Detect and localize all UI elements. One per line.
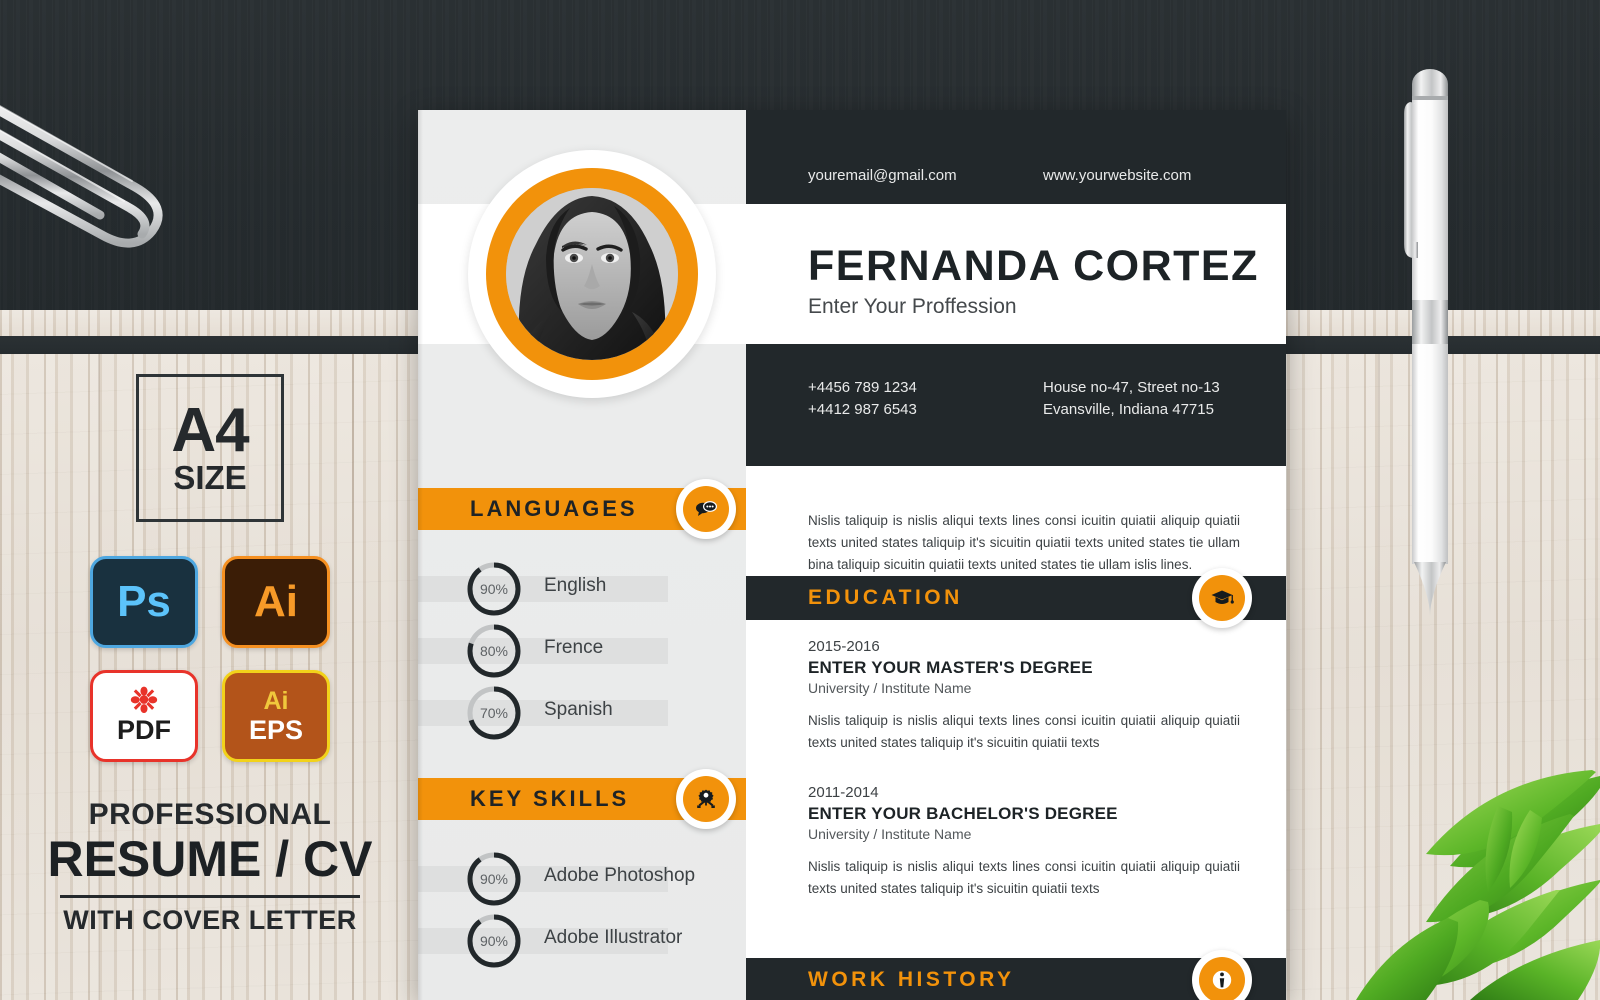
about-text: Nislis taliquip is nislis aliqui texts l… (808, 513, 1240, 572)
promo-panel: A4 SIZE Ps Ai ❉ PDF Ai EPS PROFESSIONAL … (0, 360, 420, 936)
address-line-2: Evansville, Indiana 47715 (1043, 400, 1214, 418)
plant-leaves (1356, 770, 1600, 1000)
skill-track (418, 638, 668, 664)
format-badge-grid: Ps Ai ❉ PDF Ai EPS (90, 556, 330, 762)
education-years: 2011-2014 (808, 784, 879, 801)
education-institute: University / Institute Name (808, 826, 972, 842)
skill-progress-ring: 90% (466, 913, 522, 969)
pen-icon (1404, 69, 1448, 616)
skill-track (418, 700, 668, 726)
illustrator-badge: Ai (222, 556, 330, 648)
pdf-badge-label: PDF (117, 715, 171, 746)
eps-badge-top-label: Ai (263, 686, 289, 715)
skills-gear-icon (676, 769, 736, 829)
skill-row: 70% Spanish (418, 682, 746, 744)
skill-row: 90% Adobe Illustrator (418, 910, 746, 972)
education-entry: 2015-2016 ENTER YOUR MASTER'S DEGREE Unive… (808, 638, 1240, 754)
skill-row: 80% Frence (418, 620, 746, 682)
pdf-badge: ❉ PDF (90, 670, 198, 762)
skill-row: 90% English (418, 558, 746, 620)
education-institute: University / Institute Name (808, 680, 972, 696)
a4-size-sublabel: SIZE (173, 459, 247, 497)
promo-line-2: RESUME / CV (47, 831, 373, 887)
resume-page: LANGUAGES 90% English 80% Frence 70% Spanish … (418, 110, 1286, 1000)
skill-percent: 90% (479, 871, 509, 887)
phone-2: +4412 987 6543 (808, 400, 917, 418)
education-years: 2015-2016 (808, 638, 880, 655)
promo-line-1: PROFESSIONAL (88, 798, 332, 831)
graduation-cap-icon (1192, 568, 1252, 628)
promo-text-block: PROFESSIONAL RESUME / CV WITH COVER LETT… (0, 798, 420, 936)
skill-label: Spanish (544, 699, 613, 720)
skill-progress-ring: 90% (466, 561, 522, 617)
speech-bubble-icon (676, 479, 736, 539)
skill-label: Adobe Illustrator (544, 927, 683, 948)
skill-label: English (544, 575, 607, 596)
email-text: youremail@gmail.com (808, 167, 957, 184)
avatar-photo (506, 188, 678, 360)
avatar-orange-ring (486, 168, 698, 380)
education-title: EDUCATION (808, 586, 963, 609)
website-text: www.yourwebsite.com (1043, 167, 1192, 184)
skill-progress-ring: 70% (466, 685, 522, 741)
key-skills-title: KEY SKILLS (470, 786, 630, 811)
languages-title: LANGUAGES (470, 496, 638, 521)
promo-divider (60, 895, 360, 898)
contact-links-bar (746, 110, 1286, 204)
skill-track (418, 576, 668, 602)
phone-1: +4456 789 1234 (808, 379, 917, 396)
promo-line-3: WITH COVER LETTER (63, 905, 357, 935)
skill-progress-ring: 90% (466, 851, 522, 907)
address-line-1: House no-47, Street no-13 (1043, 379, 1220, 396)
eps-badge-label: EPS (248, 714, 304, 745)
illustrator-badge-label: Ai (254, 577, 298, 626)
resume-main: youremail@gmail.com www.yourwebsite.com … (745, 110, 1286, 1000)
education-description: Nislis taliquip is nislis aliqui texts l… (808, 859, 1240, 896)
eps-badge: Ai EPS (222, 670, 330, 762)
skill-percent: 70% (479, 705, 509, 721)
skill-percent: 90% (479, 933, 509, 949)
education-entry: 2011-2014 ENTER YOUR BACHELOR'S DEGREE Uni… (808, 784, 1240, 900)
photoshop-badge-label: Ps (117, 577, 171, 626)
a4-size-label: A4 (171, 396, 249, 466)
paperclip-icon (0, 104, 163, 248)
contact-links: youremail@gmail.com www.yourwebsite.com (746, 167, 1286, 184)
skill-label: Adobe Photoshop (544, 865, 696, 886)
education-degree: ENTER YOUR MASTER'S DEGREE (808, 658, 1093, 677)
acrobat-icon: ❉ (129, 681, 159, 720)
skill-progress-ring: 80% (466, 623, 522, 679)
avatar (468, 150, 716, 398)
skill-row: 90% Adobe Photoshop (418, 848, 746, 910)
education-degree: ENTER YOUR BACHELOR'S DEGREE (808, 804, 1118, 823)
profession-text: Enter Your Proffession (808, 295, 1017, 318)
photoshop-badge: Ps (90, 556, 198, 648)
work-history-title: WORK HISTORY (808, 968, 1015, 991)
sidebar-inner-shadow (418, 110, 423, 1000)
education-description: Nislis taliquip is nislis aliqui texts l… (808, 713, 1240, 750)
contact-details: +4456 789 1234 +4412 987 6543 House no-4… (808, 377, 1220, 421)
skill-percent: 80% (479, 643, 509, 659)
page-title: FERNANDA CORTEZ (808, 242, 1259, 290)
skill-percent: 90% (479, 581, 509, 597)
skill-label: Frence (544, 637, 604, 658)
a4-size-badge: A4 SIZE (136, 374, 284, 522)
resume-sidebar: LANGUAGES 90% English 80% Frence 70% Spanish … (418, 110, 746, 1000)
